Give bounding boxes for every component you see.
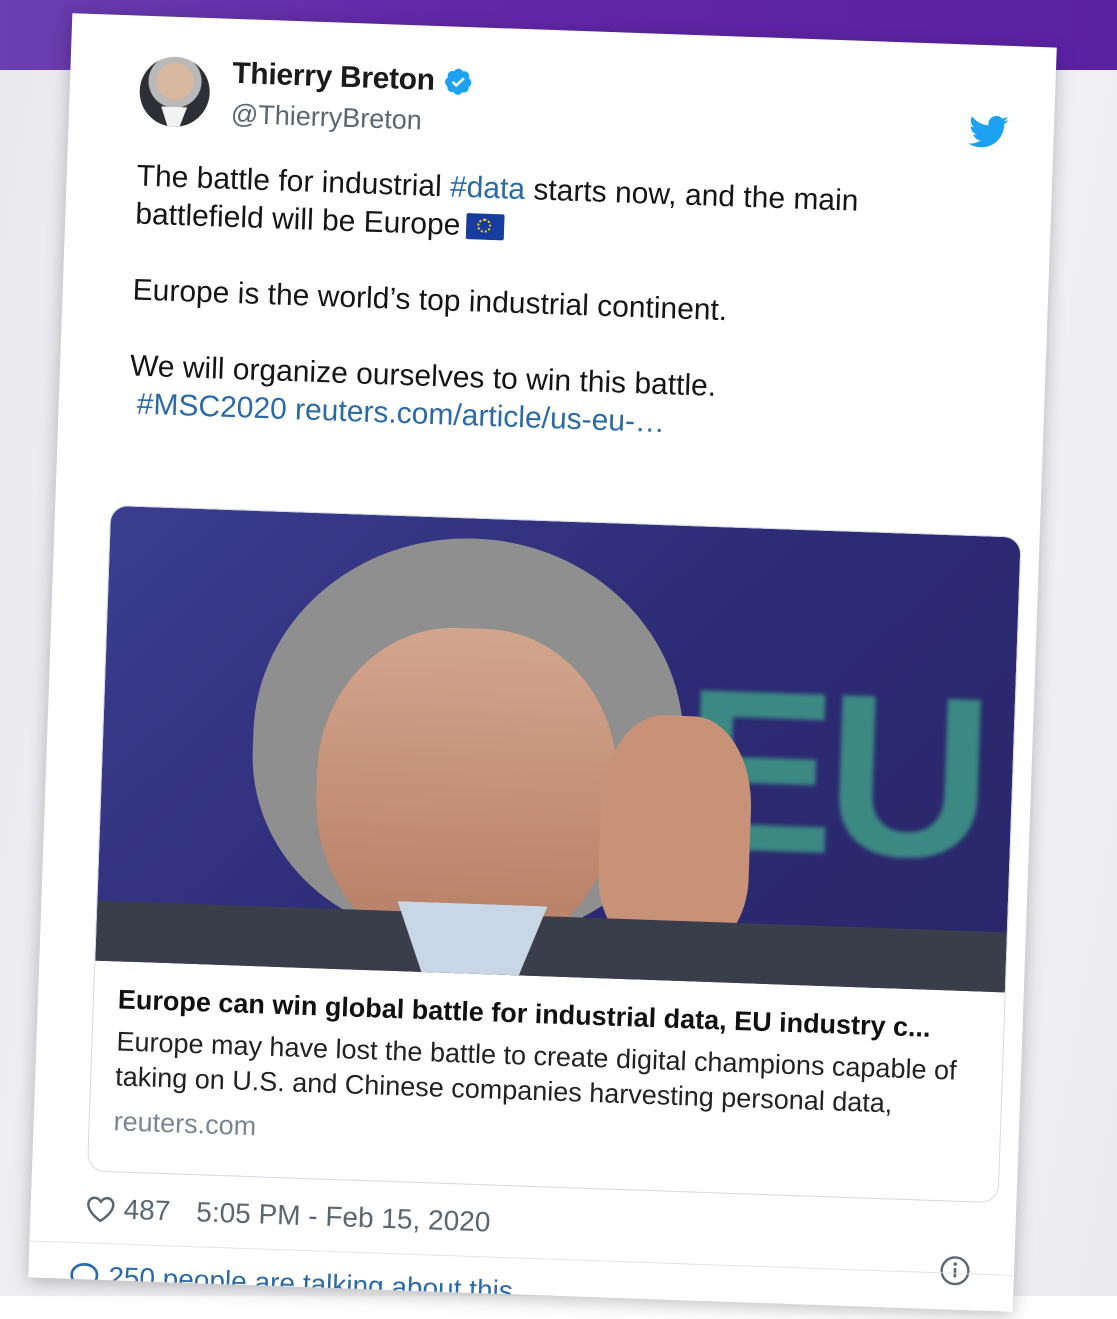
twitter-bird-icon[interactable] (968, 115, 1009, 150)
tweet-text: The battle for industrial #data starts n… (128, 158, 977, 453)
card-image[interactable]: EU (95, 505, 1021, 993)
info-icon[interactable] (938, 1254, 971, 1287)
avatar[interactable] (138, 55, 211, 129)
handle[interactable]: @ThierryBreton (230, 99, 422, 137)
eu-flag-icon (465, 213, 505, 241)
tweet-card[interactable]: Thierry Breton @ThierryBreton The battle… (28, 13, 1057, 1312)
link-preview-card[interactable]: EU Europe can win global battle for indu… (86, 504, 1022, 1204)
heart-icon[interactable] (85, 1194, 116, 1223)
tweet-text-part: battlefield will be Europe (134, 197, 461, 242)
tweet-header: Thierry Breton @ThierryBreton (138, 50, 1000, 160)
hashtag-data-link[interactable]: #data (449, 170, 525, 206)
name-row: Thierry Breton (232, 57, 474, 99)
timestamp[interactable]: 5:05 PM - Feb 15, 2020 (196, 1196, 491, 1238)
hashtag-msc2020-link[interactable]: #MSC2020 (136, 388, 287, 426)
avatar-shirt (160, 106, 187, 128)
tweet-meta-row: 487 5:05 PM - Feb 15, 2020 (85, 1192, 491, 1238)
photo-hand-shape (596, 713, 755, 949)
display-name[interactable]: Thierry Breton (232, 57, 436, 98)
like-count[interactable]: 487 (123, 1194, 171, 1228)
verified-badge-icon (442, 66, 473, 97)
card-domain: reuters.com (113, 1106, 257, 1142)
